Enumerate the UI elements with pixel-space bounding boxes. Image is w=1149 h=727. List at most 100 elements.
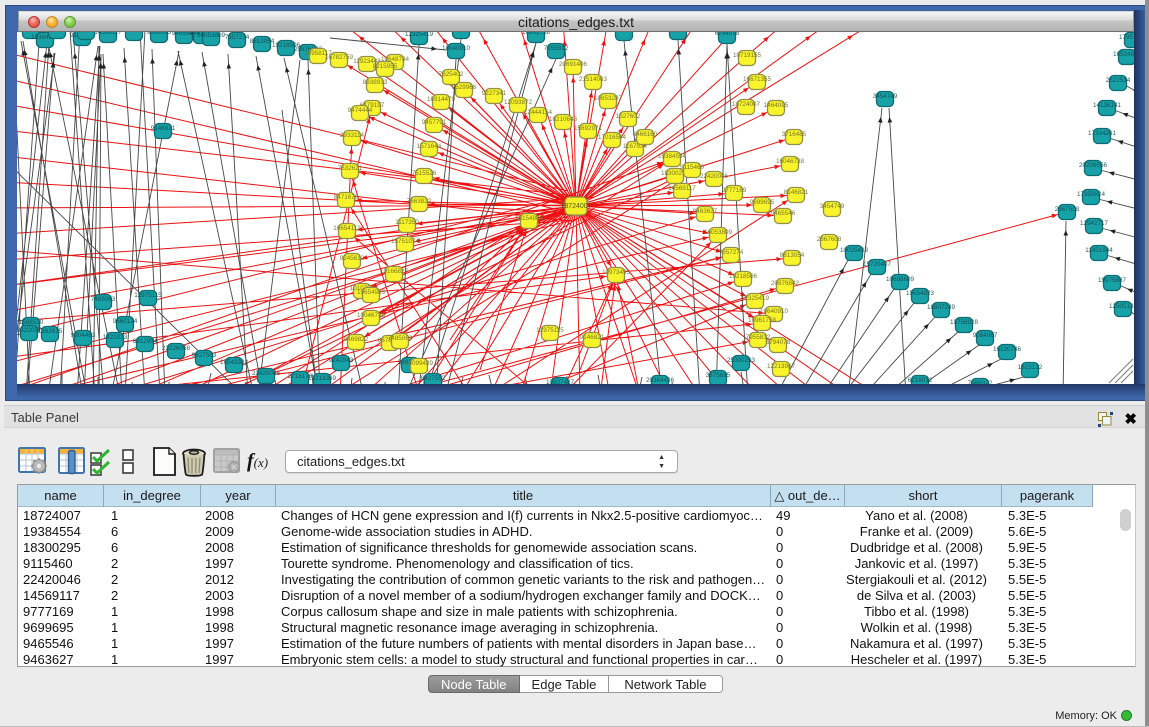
svg-text:16914479: 16914479 [427, 96, 456, 103]
svg-text:12325419: 12325419 [741, 295, 770, 302]
svg-text:11451944: 11451944 [1085, 247, 1113, 254]
svg-text:7357274: 7357274 [225, 34, 250, 41]
svg-text:7485063: 7485063 [91, 296, 116, 303]
svg-text:3454749: 3454749 [820, 203, 845, 210]
svg-text:20691406: 20691406 [559, 61, 588, 68]
svg-text:9457791: 9457791 [422, 119, 447, 126]
svg-text:3875685: 3875685 [706, 372, 731, 379]
svg-text:7955812: 7955812 [544, 45, 569, 52]
svg-text:16961758: 16961758 [522, 32, 551, 36]
svg-text:9146821: 9146821 [580, 334, 605, 341]
svg-text:16543382: 16543382 [220, 359, 249, 366]
svg-text:1571644: 1571644 [417, 143, 442, 150]
svg-text:22420046: 22420046 [700, 173, 729, 180]
svg-text:9699695: 9699695 [147, 32, 172, 36]
svg-text:9245612: 9245612 [340, 255, 365, 262]
svg-text:16046738: 16046738 [776, 158, 805, 165]
svg-text:23226058: 23226058 [162, 345, 191, 352]
svg-text:16210643: 16210643 [549, 116, 578, 123]
svg-text:1615132: 1615132 [1018, 364, 1043, 371]
svg-text:8912954: 8912954 [133, 338, 158, 345]
svg-text:23420046: 23420046 [252, 370, 281, 377]
svg-text:16120746: 16120746 [993, 346, 1022, 353]
svg-text:16154808: 16154808 [610, 32, 639, 34]
svg-text:8471676: 8471676 [334, 194, 359, 201]
svg-text:15692971: 15692971 [574, 125, 603, 132]
svg-text:14569117: 14569117 [668, 185, 696, 192]
svg-text:9904483: 9904483 [71, 332, 96, 339]
svg-text:19756928: 19756928 [950, 319, 979, 326]
svg-text:9146821: 9146821 [151, 125, 176, 132]
svg-text:8938913: 8938913 [363, 79, 388, 86]
svg-text:17016504: 17016504 [598, 134, 627, 141]
svg-text:20206556: 20206556 [1079, 162, 1108, 169]
svg-text:9463627: 9463627 [693, 208, 718, 215]
svg-text:9474444: 9474444 [348, 107, 373, 114]
svg-text:10046738: 10046738 [357, 312, 386, 319]
svg-text:8146821: 8146821 [784, 189, 809, 196]
svg-text:17957223: 17957223 [1119, 34, 1134, 41]
svg-text:17359924: 17359924 [1077, 191, 1106, 198]
svg-text:9529966: 9529966 [452, 84, 477, 91]
svg-text:19654983: 19654983 [357, 289, 386, 296]
svg-text:14569117: 14569117 [94, 32, 122, 36]
svg-text:7663822: 7663822 [407, 198, 432, 205]
svg-text:12325419: 12325419 [405, 32, 434, 38]
svg-text:6794078: 6794078 [766, 339, 791, 346]
svg-text:7485063: 7485063 [388, 335, 413, 342]
svg-text:7357274: 7357274 [719, 249, 744, 256]
svg-text:9827503: 9827503 [192, 352, 217, 359]
svg-text:20876842: 20876842 [771, 280, 800, 287]
svg-text:10654112: 10654112 [333, 225, 361, 232]
svg-text:16154808: 16154808 [515, 215, 544, 222]
svg-text:12975115: 12975115 [134, 292, 162, 299]
svg-text:1421023: 1421023 [103, 334, 128, 341]
svg-text:8813054: 8813054 [780, 252, 805, 259]
svg-text:9777169: 9777169 [122, 32, 147, 34]
svg-text:16053809: 16053809 [197, 32, 226, 39]
svg-text:16671355: 16671355 [743, 76, 772, 83]
svg-text:17334261: 17334261 [1088, 130, 1117, 137]
svg-text:12975115: 12975115 [536, 327, 564, 334]
svg-text:18724007: 18724007 [560, 203, 591, 210]
svg-text:16053809: 16053809 [704, 229, 733, 236]
svg-text:10853287: 10853287 [594, 95, 623, 102]
svg-text:3454749: 3454749 [873, 93, 898, 100]
svg-text:9227341: 9227341 [482, 90, 507, 97]
svg-text:8427552: 8427552 [421, 375, 446, 382]
svg-text:8215955: 8215955 [373, 63, 398, 70]
svg-text:19218506: 19218506 [729, 273, 758, 280]
svg-text:25300293: 25300293 [727, 357, 756, 364]
svg-text:7625402: 7625402 [439, 71, 464, 78]
svg-text:2522514: 2522514 [1106, 77, 1131, 84]
svg-text:18807249: 18807249 [927, 304, 956, 311]
svg-text:10973493: 10973493 [664, 32, 693, 33]
svg-text:9699695: 9699695 [750, 199, 775, 206]
svg-text:9465546: 9465546 [771, 210, 796, 217]
svg-text:18640910: 18640910 [760, 308, 789, 315]
svg-text:7632621: 7632621 [338, 165, 363, 172]
svg-text:19654923: 19654923 [906, 290, 935, 297]
svg-text:9469822: 9469822 [344, 336, 369, 343]
svg-text:10025433: 10025433 [840, 247, 869, 254]
svg-text:12942717: 12942717 [1080, 220, 1109, 227]
svg-text:9115460: 9115460 [680, 164, 705, 171]
svg-text:9084067: 9084067 [973, 332, 998, 339]
svg-text:2867608: 2867608 [1055, 206, 1080, 213]
svg-text:14099489: 14099489 [405, 360, 434, 367]
svg-text:10688609: 10688609 [886, 276, 915, 283]
svg-text:15720407: 15720407 [863, 261, 892, 268]
svg-text:16782759: 16782759 [325, 54, 354, 61]
svg-text:3716485: 3716485 [782, 131, 807, 138]
svg-text:19975887: 19975887 [1098, 277, 1127, 284]
svg-text:6216012: 6216012 [908, 377, 933, 384]
svg-text:2867608: 2867608 [817, 236, 842, 243]
svg-text:16524851: 16524851 [1113, 51, 1134, 58]
svg-text:20364436: 20364436 [646, 377, 675, 384]
svg-text:1117350: 1117350 [395, 219, 419, 226]
svg-text:12213967: 12213967 [767, 363, 796, 370]
svg-text:12093872: 12093872 [504, 99, 533, 106]
svg-text:6466160: 6466160 [633, 131, 658, 138]
svg-text:9660124: 9660124 [113, 318, 138, 325]
svg-text:18640910: 18640910 [442, 45, 471, 52]
